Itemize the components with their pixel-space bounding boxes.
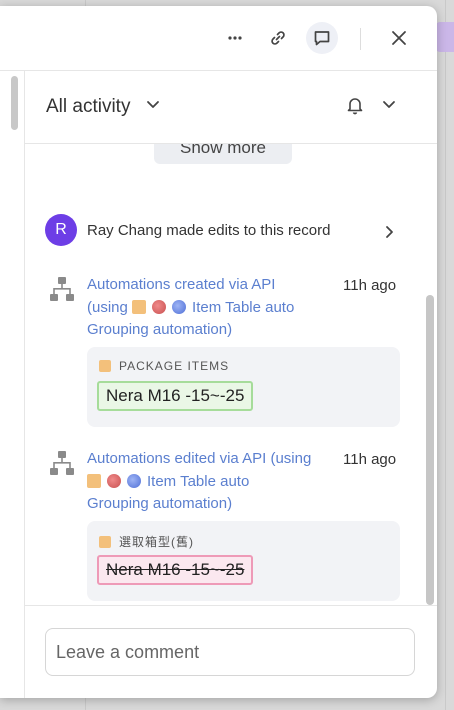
background-accent <box>436 22 454 52</box>
chevron-down-icon[interactable] <box>381 96 397 112</box>
comment-bar <box>25 605 437 698</box>
close-button[interactable] <box>383 22 415 54</box>
red-dot-icon <box>152 299 167 314</box>
more-button[interactable] <box>219 22 251 54</box>
link-icon <box>271 31 285 45</box>
field-change-card: PACKAGE ITEMS Nera M16 -15~-25 <box>87 347 400 427</box>
bell-icon[interactable] <box>345 95 365 115</box>
field-change-card: 選取箱型(舊) Nera M16 -15~-25 <box>87 521 400 601</box>
activity-line: Grouping automation) <box>87 321 233 338</box>
comments-button[interactable] <box>306 22 338 54</box>
automation-icon <box>50 451 74 475</box>
chevron-down-icon[interactable] <box>145 96 161 112</box>
activity-line: (using Item Table auto <box>87 298 295 316</box>
red-dot-icon <box>107 473 121 488</box>
feed-scrollbar-thumb[interactable] <box>426 295 434 605</box>
panel-toolbar <box>0 6 437 71</box>
comment-icon <box>314 31 330 46</box>
comment-input[interactable] <box>45 628 415 676</box>
chevron-right-icon[interactable] <box>381 224 397 240</box>
more-horizontal-icon <box>228 36 242 40</box>
field-type-icon <box>99 535 111 548</box>
activity-filter-label[interactable]: All activity <box>46 96 130 118</box>
package-icon <box>87 473 101 488</box>
background-divider <box>445 0 446 710</box>
toolbar-separator <box>360 28 361 50</box>
blue-dot-icon <box>172 299 187 314</box>
field-name: PACKAGE ITEMS <box>119 359 230 373</box>
added-value-chip: Nera M16 -15~-25 <box>97 381 254 411</box>
activity-description[interactable]: Automations created via API (using Item … <box>87 274 332 342</box>
activity-feed: Show more R Ray Chang made edits to this… <box>25 144 437 604</box>
activity-timestamp: 11h ago <box>343 277 397 294</box>
blue-dot-icon <box>127 473 141 488</box>
activity-timestamp: 11h ago <box>343 451 397 468</box>
avatar: R <box>45 214 77 246</box>
activity-line: Automations created via API <box>87 276 276 293</box>
close-icon <box>392 31 406 45</box>
left-scrollbar-thumb[interactable] <box>11 76 18 130</box>
field-name: 選取箱型(舊) <box>119 535 194 549</box>
package-icon <box>132 299 147 314</box>
record-edit-summary[interactable]: Ray Chang made edits to this record <box>87 222 330 239</box>
removed-value-chip: Nera M16 -15~-25 <box>97 555 254 585</box>
show-more-button[interactable]: Show more <box>154 144 292 164</box>
activity-description[interactable]: Automations edited via API (using Item T… <box>87 448 332 516</box>
activity-line: Automations edited via API (using <box>87 450 312 467</box>
activity-filter-bar: All activity <box>25 71 437 144</box>
activity-line: Grouping automation) <box>87 495 233 512</box>
activity-panel: All activity Show more R Ray Chang made … <box>0 6 437 698</box>
left-scrollbar-track <box>0 71 25 698</box>
copy-link-button[interactable] <box>262 22 294 54</box>
automation-icon <box>50 277 74 301</box>
activity-line: Item Table auto <box>87 471 332 494</box>
field-type-icon <box>99 360 111 372</box>
